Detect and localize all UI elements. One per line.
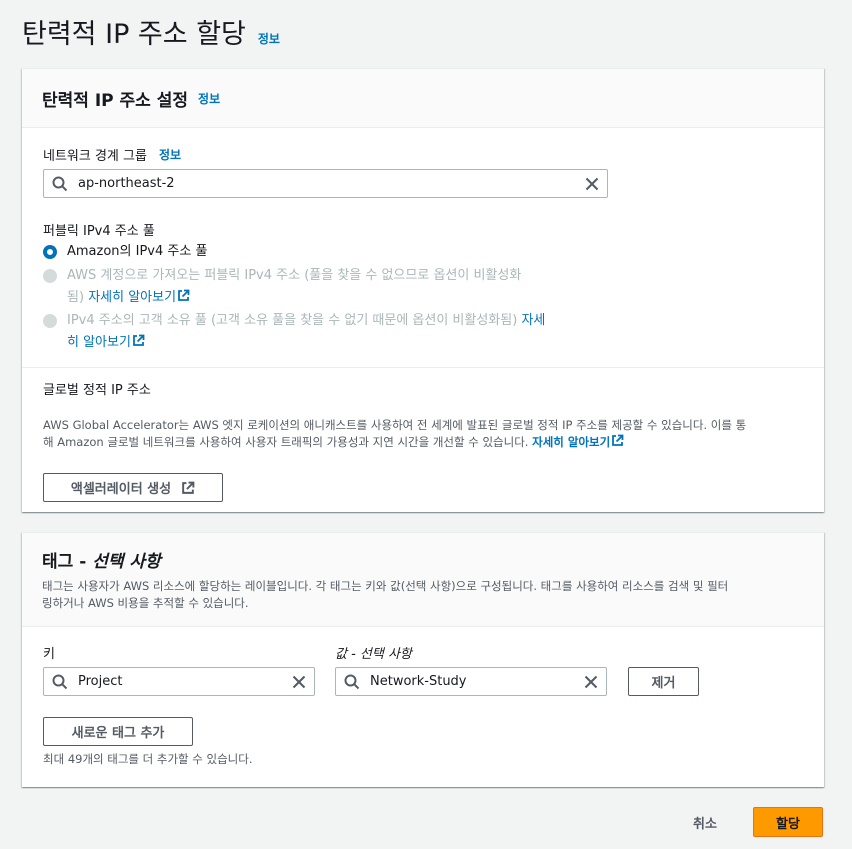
search-icon <box>52 176 68 192</box>
settings-panel-title: 탄력적 IP 주소 설정 <box>42 90 189 111</box>
radio-selected-indicator[interactable] <box>43 245 57 259</box>
radio-coip-label: IPv4 주소의 고객 소유 풀 (고객 소유 풀을 찾을 수 없기 때문에 옵… <box>67 313 518 328</box>
settings-info-link[interactable]: 정보 <box>198 90 220 107</box>
clear-icon[interactable] <box>292 675 306 689</box>
page-title: 탄력적 IP 주소 할당 <box>22 19 246 50</box>
tags-panel-title: 태그 - 선택 사항 <box>42 552 161 572</box>
page-info-link[interactable]: 정보 <box>258 30 280 47</box>
tag-limit-text: 최대 49개의 태그를 더 추가할 수 있습니다. <box>43 752 253 766</box>
section-divider <box>22 367 824 368</box>
radio-amazon-pool[interactable]: Amazon의 IPv4 주소 풀 <box>43 241 207 263</box>
coip-learn-more-link[interactable]: 히 알아보기 <box>67 334 145 350</box>
settings-panel-header: 탄력적 IP 주소 설정 정보 <box>22 69 824 128</box>
cancel-button[interactable]: 취소 <box>693 813 717 832</box>
radio-byoip-label-line1: AWS 계정으로 가져오는 퍼블릭 IPv4 주소 (풀을 찾을 수 없으므로 … <box>67 268 522 283</box>
radio-amazon-pool-label: Amazon의 IPv4 주소 풀 <box>67 244 208 259</box>
ipv4-pool-label: 퍼블릭 IPv4 주소 풀 <box>43 224 155 239</box>
byoip-learn-more-link[interactable]: 자세히 알아보기 <box>88 289 190 305</box>
radio-byoip-pool: AWS 계정으로 가져오는 퍼블릭 IPv4 주소 (풀을 찾을 수 없으므로 … <box>43 265 603 309</box>
radio-customer-owned-pool: IPv4 주소의 고객 소유 풀 (고객 소유 풀을 찾을 수 없기 때문에 옵… <box>43 310 613 354</box>
global-static-ip-label: 글로벌 정적 IP 주소 <box>43 383 151 398</box>
page-title-row: 탄력적 IP 주소 할당 정보 <box>22 12 280 51</box>
network-border-group-input[interactable]: ap-northeast-2 <box>43 169 608 198</box>
clear-icon[interactable] <box>584 675 598 689</box>
radio-disabled-indicator <box>43 314 57 328</box>
tags-panel-header: 태그 - 선택 사항 태그는 사용자가 AWS 리소스에 할당하는 레이블입니다… <box>22 533 824 627</box>
create-accelerator-label: 액셀러레이터 생성 <box>70 482 172 497</box>
network-border-group-label-row: 네트워크 경계 그룹 정보 <box>43 145 181 164</box>
network-border-group-value: ap-northeast-2 <box>78 176 175 191</box>
remove-tag-button[interactable]: 제거 <box>628 667 699 696</box>
allocate-button[interactable]: 할당 <box>753 807 823 837</box>
tag-key-value: Project <box>78 674 123 689</box>
tag-value-value: Network-Study <box>370 674 467 689</box>
add-new-tag-button[interactable]: 새로운 태그 추가 <box>43 717 193 746</box>
radio-byoip-label-line2: 됨) <box>67 290 85 305</box>
create-accelerator-button[interactable]: 액셀러레이터 생성 <box>43 473 223 502</box>
tag-key-input[interactable]: Project <box>43 667 315 696</box>
tags-description: 태그는 사용자가 AWS 리소스에 할당하는 레이블입니다. 각 태그는 키와 … <box>42 579 729 610</box>
network-border-group-label: 네트워크 경계 그룹 <box>43 149 147 164</box>
eip-settings-panel: 탄력적 IP 주소 설정 정보 네트워크 경계 그룹 정보 ap-northea… <box>22 68 824 512</box>
external-link-icon <box>133 334 145 346</box>
global-static-ip-description: AWS Global Accelerator는 AWS 엣지 로케이션의 애니캐… <box>43 418 747 449</box>
network-border-group-info-link[interactable]: 정보 <box>159 146 181 163</box>
global-accelerator-learn-more-link[interactable]: 자세히 알아보기 <box>532 434 624 449</box>
external-link-icon <box>612 434 624 446</box>
external-link-icon <box>178 289 190 301</box>
tags-panel: 태그 - 선택 사항 태그는 사용자가 AWS 리소스에 할당하는 레이블입니다… <box>22 532 824 787</box>
coip-learn-more-link-part1[interactable]: 자세 <box>521 313 545 328</box>
external-link-icon <box>182 481 195 494</box>
clear-icon[interactable] <box>585 177 599 191</box>
search-icon <box>52 674 68 690</box>
tag-key-label: 키 <box>43 647 55 662</box>
tag-value-input[interactable]: Network-Study <box>335 667 607 696</box>
radio-disabled-indicator <box>43 269 57 283</box>
search-icon <box>344 674 360 690</box>
tag-value-label: 값 - 선택 사항 <box>335 647 412 662</box>
